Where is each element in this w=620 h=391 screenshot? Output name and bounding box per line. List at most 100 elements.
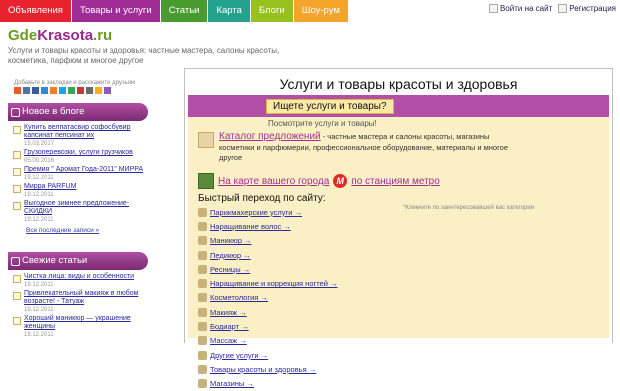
tab-blogs[interactable]: Блоги (250, 0, 294, 22)
bodyart-icon (198, 322, 207, 332)
tab-goods-services[interactable]: Товары и услуги (71, 0, 161, 22)
share-icon[interactable] (95, 87, 102, 94)
share-icons (14, 87, 111, 94)
quick-link-eyelashes[interactable]: Ресницы → (210, 265, 250, 274)
register-link[interactable]: Регистрация (558, 4, 616, 14)
share-icon[interactable] (104, 87, 111, 94)
checkbox-icon (13, 185, 21, 193)
hairdresser-icon (198, 207, 207, 217)
logo-part-krasota: Krasota (37, 27, 94, 44)
search-band: Ищете услуги и товары? (188, 95, 609, 117)
site-tagline: Услуги и товары красоты и здоровья: част… (8, 46, 280, 65)
quick-link-pedicure[interactable]: Педикюр → (210, 251, 251, 260)
share-icon[interactable] (77, 87, 84, 94)
hair-extension-icon (198, 221, 207, 231)
quick-nav-title: Быстрый переход по сайту: (198, 193, 326, 204)
quick-link-nails[interactable]: Наращивание и коррекция ногтей → (210, 279, 338, 288)
share-icon[interactable] (86, 87, 93, 94)
quick-link-cosmetology[interactable]: Косметология → (210, 293, 268, 302)
checkbox-icon (13, 126, 21, 134)
quick-link-beauty-goods[interactable]: Товары красоты и здоровья → (210, 365, 316, 374)
article-date: 19.12.2011 (24, 307, 54, 313)
article-link[interactable]: Привлекательный макияж в любом возрасте!… (24, 290, 144, 306)
quick-link-shops[interactable]: Магазины → (210, 379, 254, 388)
blog-post-link[interactable]: Купить велпатасвир софосбувир капсинат п… (24, 124, 144, 140)
metro-icon: М (333, 174, 348, 188)
tab-articles[interactable]: Статьи (160, 0, 209, 22)
catalog-link[interactable]: Каталог предложений (219, 131, 321, 142)
main-navigation: Объявления Товары и услуги Статьи Карта … (0, 0, 349, 22)
article-date: 18.12.2011 (24, 332, 54, 338)
blog-post-link[interactable]: Выгодное зимнее предложение-СКИДКИ (24, 200, 144, 216)
list-item: Наращивание волос → (198, 219, 338, 233)
share-icon[interactable] (23, 87, 30, 94)
article-date: 19.12.2011 (24, 282, 54, 288)
list-item: Косметология → (198, 291, 338, 305)
quick-link-manicure[interactable]: Маникюр → (210, 236, 252, 245)
list-item: Макияж → (198, 305, 338, 319)
site-logo[interactable]: GdeKrasota.ru (8, 27, 112, 44)
share-icon[interactable] (32, 87, 39, 94)
search-services-button[interactable]: Ищете услуги и товары? (266, 99, 394, 114)
quick-link-hairdresser[interactable]: Парикмахерские услуги → (210, 208, 302, 217)
page-title: Услуги и товары красоты и здоровья (279, 76, 518, 92)
share-icon[interactable] (59, 87, 66, 94)
nails-icon (198, 279, 207, 289)
map-icon (198, 173, 214, 189)
quick-link-bodyart[interactable]: Бодиарт → (210, 322, 249, 331)
logo-part-gde: Gde (8, 27, 38, 44)
article-link[interactable]: Чистка лица: виды и особенности (24, 273, 134, 281)
quick-nav-note: *Кликните по заинтересовавшей вас катего… (403, 205, 535, 211)
checkbox-icon (13, 202, 21, 210)
metro-stations-link[interactable]: по станциям метро (351, 176, 440, 187)
quick-link-makeup[interactable]: Макияж → (210, 308, 247, 317)
list-item: Бодиарт → (198, 319, 338, 333)
services-panel: Посмотрите услуги и товары! Каталог пред… (188, 117, 609, 389)
share-icon[interactable] (41, 87, 48, 94)
list-item: Грузоперевозки, услуги грузчиков 05.09.20… (13, 149, 144, 165)
quick-link-hair-extension[interactable]: Наращивание волос → (210, 222, 291, 231)
post-date: 19.12.2011 (24, 192, 54, 198)
post-date: 19.12.2011 (24, 217, 54, 223)
checkbox-icon (13, 151, 21, 159)
list-item: Хороший маникюр — украшение женщины 18.12… (13, 315, 144, 339)
list-item: Ресницы → (198, 262, 338, 276)
list-item: Премия " Аромат Года-2011" МИРРА 19.12.20… (13, 166, 144, 182)
browse-services-link[interactable]: Посмотрите услуги и товары! (268, 119, 377, 128)
list-item: Педикюр → (198, 248, 338, 262)
list-item: Купить велпатасвир софосбувир капсинат п… (13, 124, 144, 148)
list-item: Парикмахерские услуги → (198, 205, 338, 219)
list-item: Товары красоты и здоровья → (198, 362, 338, 376)
catalog-description: Каталог предложений - частные мастера и … (219, 131, 519, 164)
main-content: Услуги и товары красоты и здоровья Ищете… (184, 68, 613, 389)
list-item: Наращивание и коррекция ногтей → (198, 276, 338, 290)
tab-ads[interactable]: Объявления (0, 0, 72, 22)
catalog-icon (198, 132, 214, 148)
blog-post-link[interactable]: Грузоперевозки, услуги грузчиков (24, 149, 133, 157)
blog-block: Новое в блоге Купить велпатасвир софосбу… (8, 103, 148, 234)
tab-showroom[interactable]: Шоу-рум (293, 0, 349, 22)
logo-part-domain: .ru (93, 27, 113, 44)
login-link[interactable]: Войти на сайт (488, 4, 552, 14)
quick-link-massage[interactable]: Массаж → (210, 336, 247, 345)
massage-icon (198, 336, 207, 346)
share-icon[interactable] (50, 87, 57, 94)
list-item: Маникюр → (198, 234, 338, 248)
article-link[interactable]: Хороший маникюр — украшение женщины (24, 315, 144, 331)
share-icon[interactable] (68, 87, 75, 94)
tab-map[interactable]: Карта (208, 0, 251, 22)
list-item: Массаж → (198, 334, 338, 348)
login-icon (488, 4, 498, 14)
quick-link-other-services[interactable]: Другие услуги → (210, 351, 268, 360)
list-item: Привлекательный макияж в любом возрасте!… (13, 290, 144, 314)
blog-post-link[interactable]: Мирра PARFUM (24, 183, 76, 191)
list-item: Мирра PARFUM 19.12.2011 (13, 183, 144, 199)
checkbox-icon (13, 317, 21, 325)
makeup-icon (198, 307, 207, 317)
city-map-link[interactable]: На карте вашего города (218, 176, 329, 187)
share-label: Добавьте в закладки и расскажите друзьям (14, 80, 136, 86)
share-icon[interactable] (14, 87, 21, 94)
shops-icon (198, 379, 207, 389)
all-posts-link[interactable]: Все последние записи » (26, 227, 99, 234)
blog-post-link[interactable]: Премия " Аромат Года-2011" МИРРА (24, 166, 143, 174)
